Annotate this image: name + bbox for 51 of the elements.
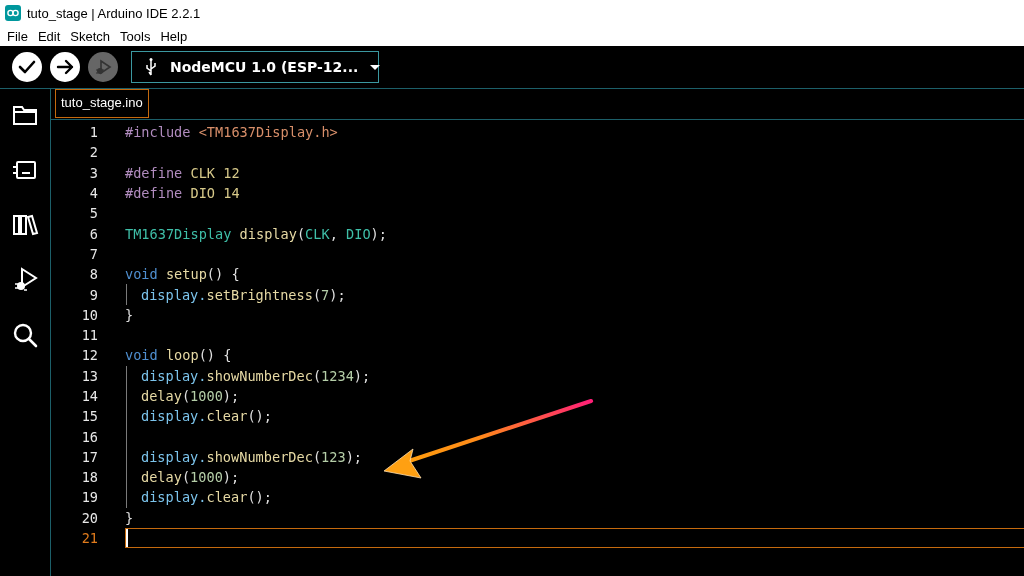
line-number: 10 (80, 306, 98, 323)
line-number: 1 (88, 124, 98, 141)
code-line: display.showNumberDec(123); (141, 448, 362, 465)
code-line: display.clear(); (141, 489, 272, 506)
code-line: display.setBrightness(7); (141, 286, 346, 303)
code-line: } (125, 306, 134, 323)
line-number: 21 (80, 530, 98, 547)
line-number: 17 (80, 448, 98, 465)
usb-icon (144, 57, 158, 77)
menu-item[interactable]: Sketch (65, 28, 116, 44)
search-icon[interactable] (11, 321, 39, 349)
line-number: 14 (80, 388, 98, 404)
line-number: 7 (88, 245, 98, 262)
line-number: 18 (80, 469, 98, 486)
menu-item[interactable]: Help (155, 28, 193, 44)
line-number: 6 (88, 225, 98, 242)
menu-item[interactable]: File (2, 28, 33, 44)
code-line: display.clear(); (141, 408, 272, 425)
code-line: #define CLK 12 (125, 164, 240, 181)
line-number: 11 (80, 327, 98, 344)
code-line: #include <TM1637Display.h> (125, 124, 338, 141)
line-number: 2 (88, 144, 98, 161)
menu-item[interactable]: Edit (32, 28, 66, 44)
line-number: 9 (88, 286, 98, 303)
code-line: TM1637Display display(CLK, DIO); (125, 225, 387, 242)
board-selector[interactable]: NodeMCU 1.0 (ESP-12... (131, 51, 379, 83)
file-tab[interactable]: tuto_stage.ino (55, 89, 149, 118)
code-line: delay(1000); (141, 388, 240, 404)
window-title: tuto_stage | Arduino IDE 2.2.1 (27, 5, 201, 21)
line-number: 16 (80, 428, 98, 445)
line-number: 5 (88, 205, 98, 222)
caret-icon (370, 64, 381, 70)
text-cursor (126, 529, 128, 548)
code-line: void setup() { (125, 266, 240, 283)
code-line: #define DIO 14 (125, 185, 240, 202)
app-logo-icon (5, 5, 21, 21)
menu-item[interactable]: Tools (115, 28, 156, 44)
line-number: 8 (88, 266, 98, 283)
code-line: display.showNumberDec(1234); (141, 367, 371, 384)
code-line: } (125, 509, 134, 526)
line-number: 19 (80, 489, 98, 506)
line-number: 20 (80, 509, 98, 526)
line-number: 4 (88, 185, 98, 202)
line-number: 15 (80, 408, 98, 425)
code-line: void loop() { (125, 347, 232, 364)
upload-button[interactable] (50, 52, 80, 82)
code-line: delay(1000); (141, 469, 240, 486)
line-number: 12 (80, 347, 98, 364)
line-number: 3 (88, 164, 98, 181)
line-number: 13 (80, 367, 98, 384)
verify-button[interactable] (12, 52, 42, 82)
